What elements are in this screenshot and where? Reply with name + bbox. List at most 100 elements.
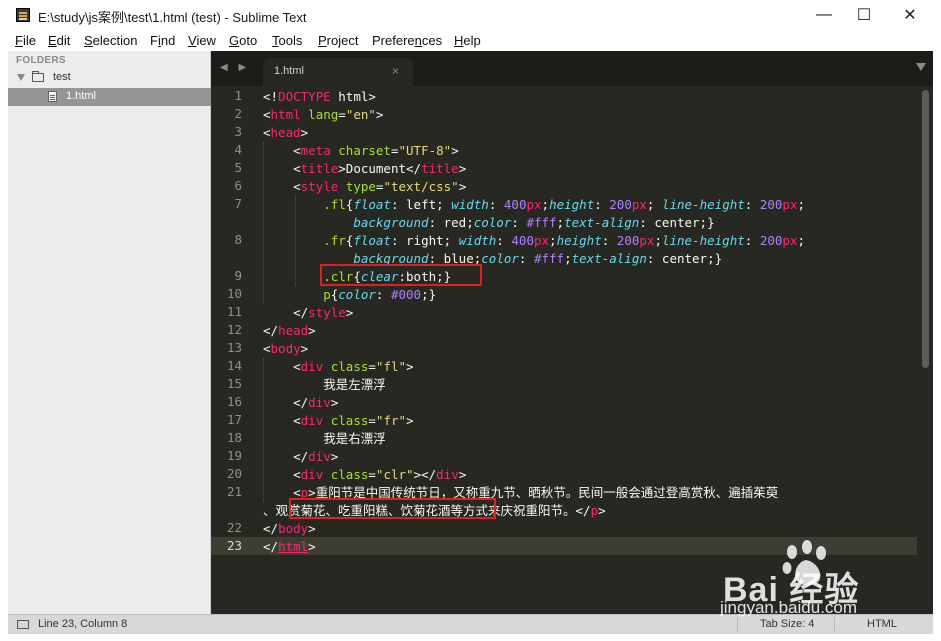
code-token: : left; (390, 197, 452, 212)
code-token: 我是右漂浮 (263, 431, 386, 446)
code-token: ; (797, 197, 806, 212)
line-number: 8 (234, 232, 242, 247)
line-number: 2 (234, 106, 242, 121)
code-token: : (375, 287, 391, 302)
line-number: 15 (226, 376, 242, 391)
sidebar-file-1-html[interactable]: 1.html (8, 88, 211, 106)
line-number: 23 (226, 538, 242, 553)
code-token: 我是左漂浮 (263, 377, 386, 392)
menu-help[interactable]: Help (454, 33, 481, 48)
code-line[interactable]: </div> (263, 394, 338, 412)
tab-dropdown-icon[interactable] (916, 63, 926, 71)
code-token: div (308, 449, 331, 464)
code-token: > (300, 125, 309, 140)
code-line[interactable]: <body> (263, 340, 308, 358)
code-token: title (300, 161, 339, 176)
menu-goto[interactable]: Goto (229, 33, 257, 48)
menu-tools[interactable]: Tools (272, 33, 302, 48)
code-line[interactable]: </div> (263, 448, 338, 466)
code-line[interactable]: <div class="fr"> (263, 412, 414, 430)
code-line[interactable]: </body> (263, 520, 316, 538)
code-token: = (338, 107, 346, 122)
code-token: class (330, 359, 369, 374)
maximize-button[interactable]: ☐ (841, 0, 887, 30)
code-token: </ (263, 521, 279, 536)
tab-close-icon[interactable]: × (392, 64, 399, 78)
code-line[interactable]: </html> (263, 538, 316, 556)
menu-preferences[interactable]: Preferences (372, 33, 442, 48)
code-token: DOCTYPE (278, 89, 331, 104)
menu-find[interactable]: Find (150, 33, 175, 48)
scrollbar-thumb[interactable] (922, 90, 929, 368)
code-token: charset (338, 143, 391, 158)
code-token: ; (556, 215, 565, 230)
code-token: > (406, 413, 414, 428)
sublime-text-icon (16, 8, 30, 22)
code-token: > (330, 449, 339, 464)
code-line[interactable]: 我是右漂浮 (263, 430, 386, 448)
code-token: type (345, 179, 376, 194)
line-number: 21 (226, 484, 242, 499)
code-token: > (458, 161, 467, 176)
line-number: 11 (226, 304, 242, 319)
code-line[interactable]: <div class="fl"> (263, 358, 413, 376)
sidebar-folder-test[interactable]: test (8, 69, 211, 87)
chevron-down-icon[interactable] (17, 74, 25, 81)
code-token: < (263, 125, 271, 140)
code-line[interactable]: <head> (263, 124, 308, 142)
menu-selection[interactable]: Selection (84, 33, 137, 48)
line-number: 12 (226, 322, 242, 337)
code-line[interactable]: background: red;color: #fff;text-align: … (263, 214, 714, 232)
code-token: : (594, 197, 610, 212)
tab-1-html[interactable]: 1.html × (263, 58, 413, 86)
code-line[interactable]: </style> (263, 304, 353, 322)
code-line[interactable]: <html lang="en"> (263, 106, 383, 124)
code-line[interactable]: <style type="text/css"> (263, 178, 466, 196)
code-token: 200 (759, 197, 783, 212)
code-line[interactable]: .fl{float: left; width: 400px;height: 20… (263, 196, 805, 214)
folder-label: test (53, 71, 71, 83)
sidebar: FOLDERS test 1.html (8, 51, 211, 614)
code-token: background (353, 215, 429, 230)
code-line[interactable]: <div class="clr"></div> (263, 466, 466, 484)
code-line[interactable]: </head> (263, 322, 316, 340)
menu-project[interactable]: Project (318, 33, 358, 48)
vertical-scrollbar[interactable] (921, 90, 931, 610)
menu-view[interactable]: View (188, 33, 216, 48)
code-token: : (511, 215, 527, 230)
code-token: html (270, 107, 301, 122)
code-token: line-height (661, 233, 745, 248)
code-token: = (368, 467, 376, 482)
tab-nav-arrows[interactable]: ◀ ▶ (220, 62, 250, 73)
code-line[interactable]: p{color: #000;} (263, 286, 436, 304)
code-token: > (458, 179, 467, 194)
code-token: body (278, 521, 309, 536)
panel-toggle-icon[interactable] (17, 620, 29, 629)
code-token: text-align (564, 215, 640, 230)
code-line[interactable]: <meta charset="UTF-8"> (263, 142, 459, 160)
close-button[interactable]: ✕ (887, 0, 933, 30)
code-token: "en" (345, 107, 376, 122)
code-token: head (278, 323, 309, 338)
code-token: < (263, 413, 301, 428)
menu-file[interactable]: File (15, 33, 36, 48)
menu-edit[interactable]: Edit (48, 33, 70, 48)
window-border-left (0, 51, 8, 641)
code-token: ></ (413, 467, 437, 482)
folders-header: FOLDERS (16, 55, 66, 66)
line-number: 9 (234, 268, 242, 283)
line-number: 10 (226, 286, 242, 301)
code-line[interactable]: <!DOCTYPE html> (263, 88, 376, 106)
code-token: </ (263, 395, 309, 410)
code-editor[interactable]: 1 2 3 4 5 6 7 8 9 10 11 12 13 14 15 16 17 18 19 20 21 22 23 <!… (211, 86, 933, 614)
code-token: div (300, 359, 324, 374)
highlight-box-clr-div (289, 498, 496, 519)
code-line[interactable]: .fr{float: right; width: 400px;height: 2… (263, 232, 805, 250)
code-token: meta (300, 143, 331, 158)
code-line[interactable]: <title>Document</title> (263, 160, 466, 178)
code-line[interactable]: 我是左漂浮 (263, 376, 386, 394)
code-token: = (368, 359, 376, 374)
